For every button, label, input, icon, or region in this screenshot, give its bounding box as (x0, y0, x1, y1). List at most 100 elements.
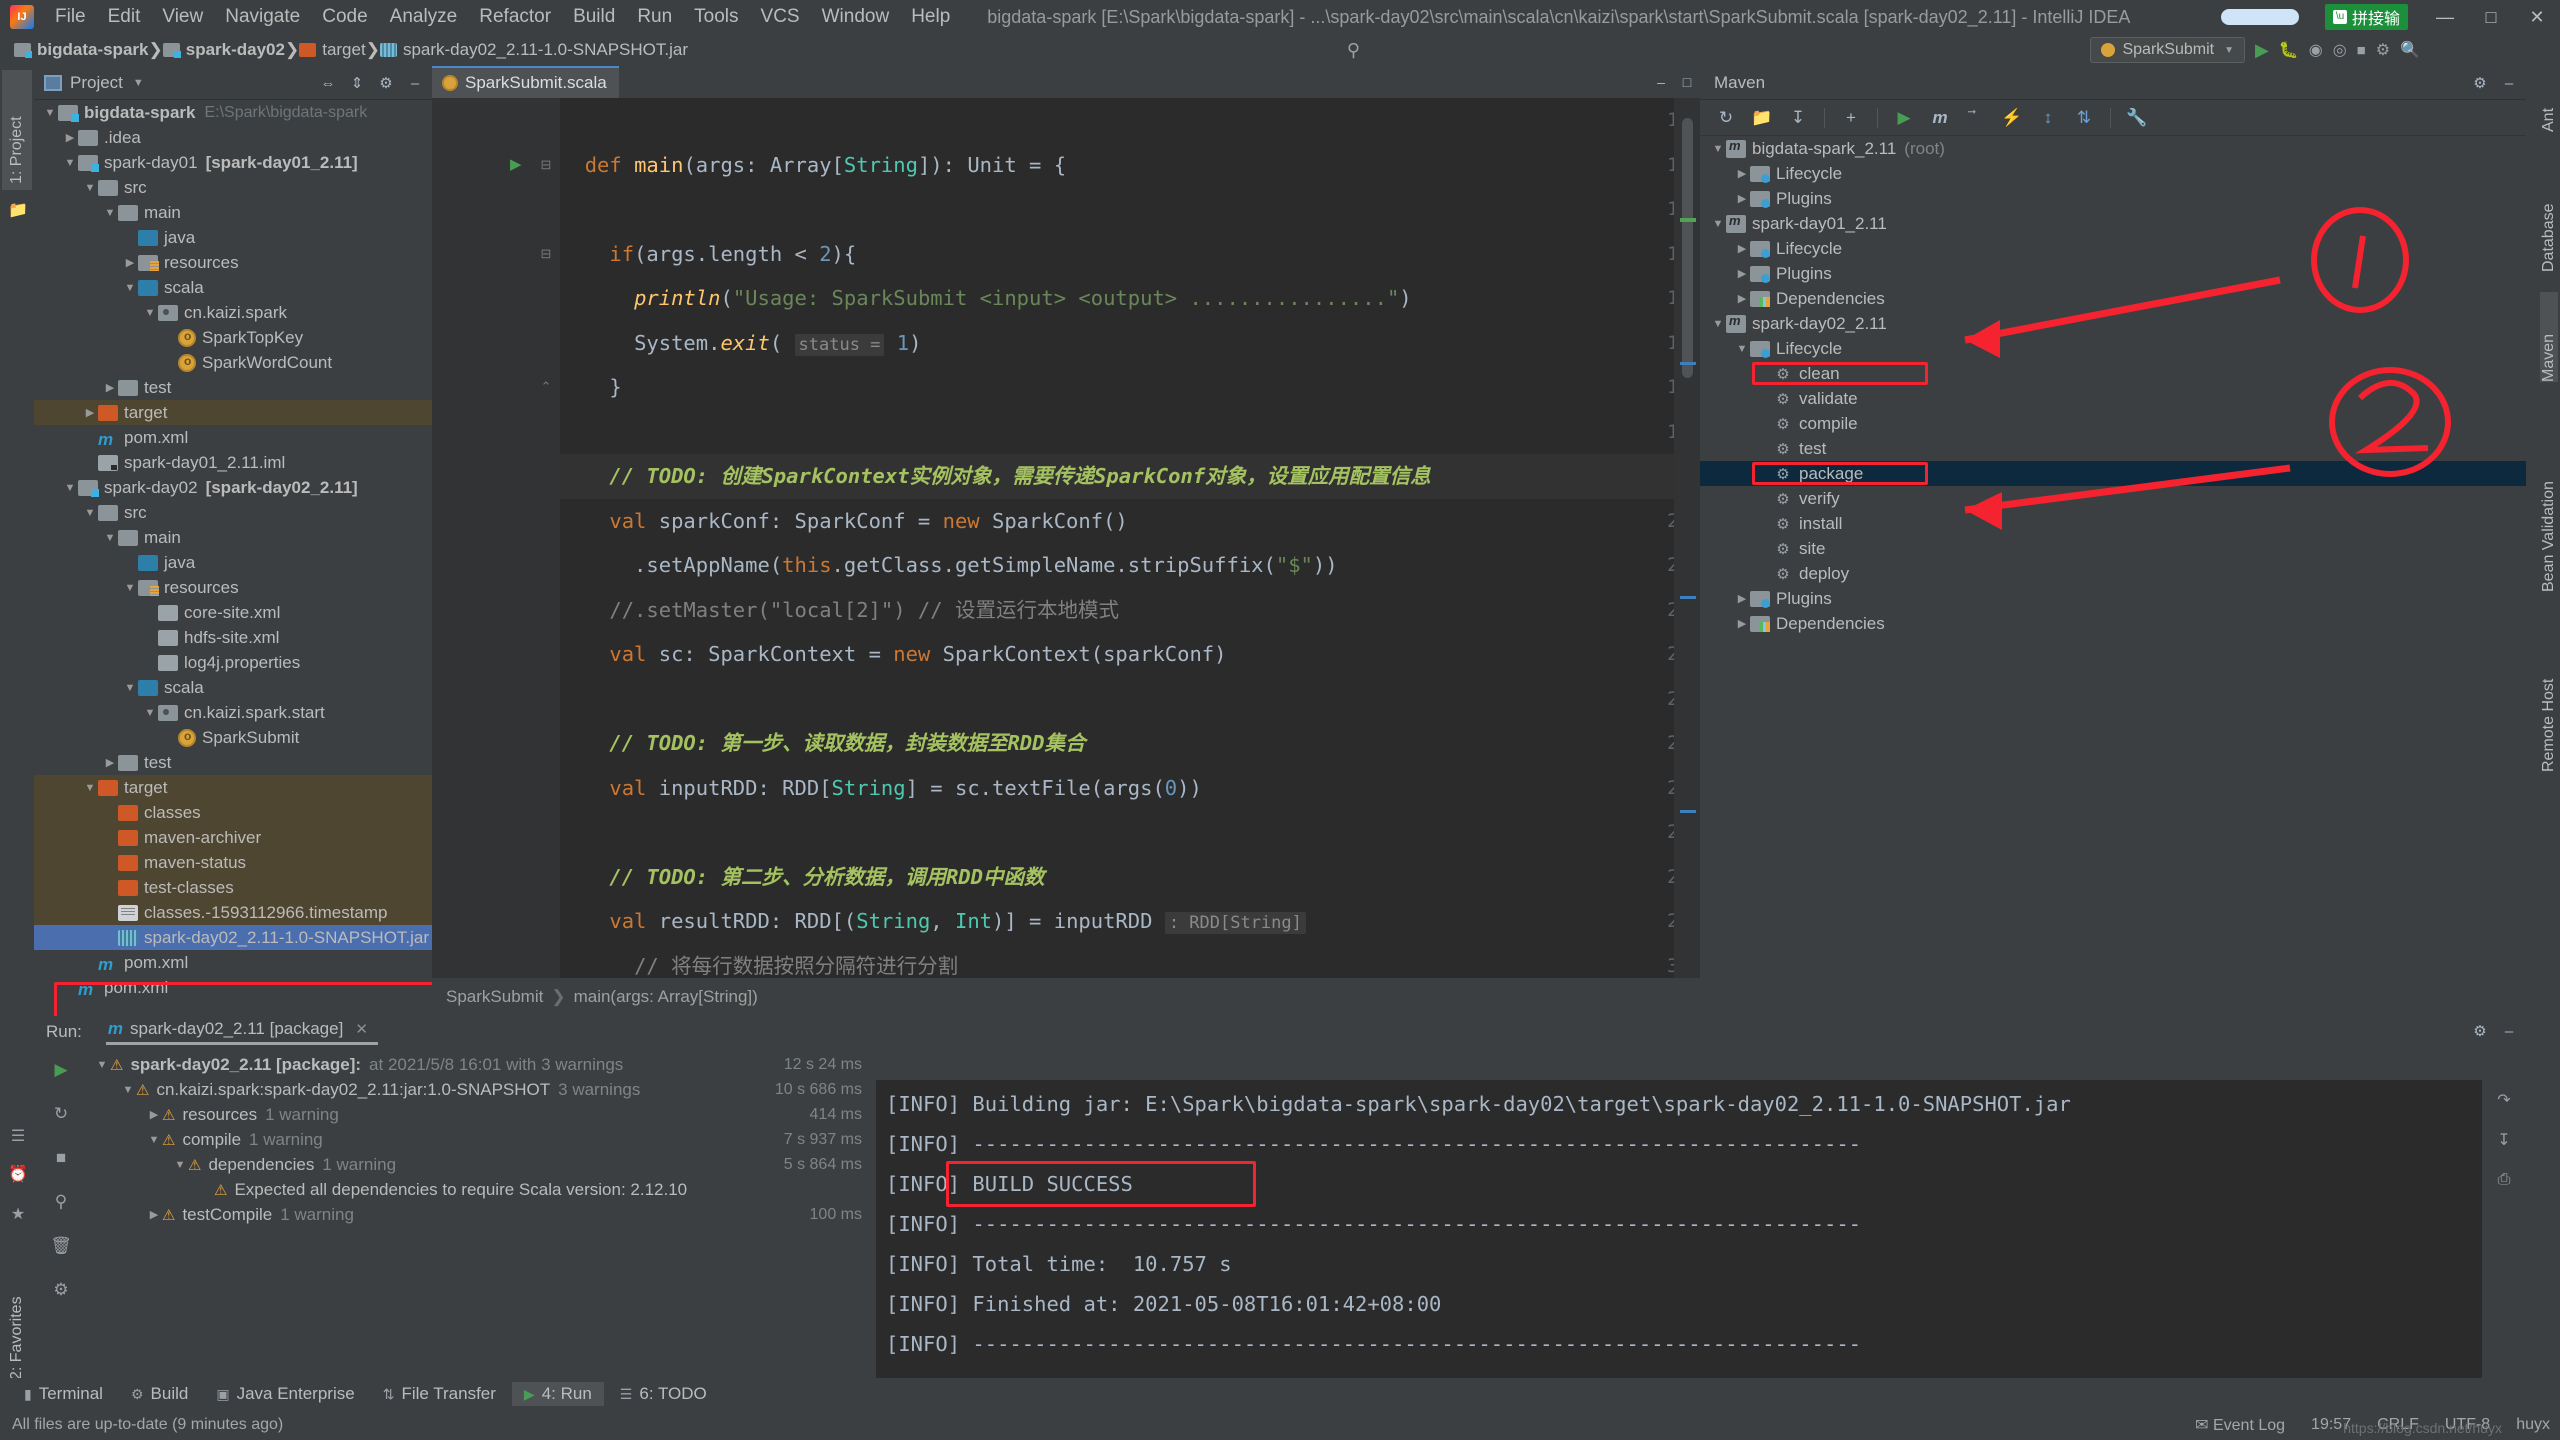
chevron-down-icon[interactable]: ▼ (82, 182, 98, 194)
sidebar-item-favorites[interactable]: 2: Favorites (2, 1246, 32, 1386)
build-tree-row[interactable]: ⚠Expected all dependencies to require Sc… (88, 1177, 876, 1202)
menu-item-view[interactable]: View (151, 4, 214, 30)
collapse-icon[interactable]: ⇅ (2068, 104, 2100, 132)
toolwindow-terminal[interactable]: ▮ Terminal (12, 1382, 115, 1406)
chevron-down-icon[interactable]: ▼ (82, 782, 98, 794)
tree-row[interactable]: ▼scala (34, 675, 432, 700)
build-output-tree[interactable]: ▼⚠spark-day02_2.11 [package]:at 2021/5/8… (88, 1052, 876, 1227)
profile-button[interactable]: ◎ (2333, 40, 2347, 60)
gear-icon[interactable]: ⚙ (373, 71, 399, 95)
maven-tree-row[interactable]: ▶Plugins (1700, 186, 2526, 211)
coverage-button[interactable]: ◉ (2309, 40, 2323, 60)
toolwindow-java-enterprise[interactable]: ▣ Java Enterprise (204, 1382, 366, 1406)
build-tree-row[interactable]: ▶⚠resources1 warning414 ms (88, 1102, 876, 1127)
code-line[interactable] (560, 810, 1674, 855)
chevron-down-icon[interactable]: ▼ (122, 582, 138, 594)
clock-icon[interactable]: ⏰ (8, 1164, 28, 1184)
ime-toolbar[interactable]: \u 拼接输 (2325, 4, 2408, 30)
tree-row[interactable]: ▼target (34, 775, 432, 800)
expand-all-icon[interactable]: ⇔ (315, 71, 341, 95)
tree-row[interactable]: mpom.xml (34, 950, 432, 975)
tree-row[interactable]: ▶test (34, 750, 432, 775)
editor-tab-sparksubmit[interactable]: SparkSubmit.scala (432, 66, 619, 98)
chevron-down-icon[interactable]: ▼ (94, 1059, 110, 1071)
rerun-icon[interactable]: ▶ (34, 1048, 88, 1092)
code-line[interactable]: System.exit( status = 1) (560, 321, 1674, 366)
tree-row[interactable]: maven-status (34, 850, 432, 875)
status-branch[interactable]: huyx (2516, 1416, 2550, 1434)
tree-row[interactable]: maven-archiver (34, 825, 432, 850)
tree-row[interactable]: SparkWordCount (34, 350, 432, 375)
tree-row[interactable]: ▶resources (34, 250, 432, 275)
chevron-right-icon[interactable]: ▶ (1734, 617, 1750, 630)
maven-tree-row[interactable]: ⚙validate (1700, 386, 2526, 411)
chevron-down-icon[interactable]: ▼ (146, 1134, 162, 1146)
tree-row[interactable]: ▼cn.kaizi.spark (34, 300, 432, 325)
tree-row[interactable]: classes (34, 800, 432, 825)
structure-icon[interactable]: ☰ (8, 1126, 28, 1146)
menu-item-navigate[interactable]: Navigate (214, 4, 311, 30)
build-tree-row[interactable]: ▼⚠dependencies1 warning5 s 864 ms (88, 1152, 876, 1177)
run-configuration-selector[interactable]: SparkSubmit ▼ (2090, 37, 2245, 63)
chevron-down-icon[interactable]: ▼ (62, 482, 78, 494)
code-line[interactable]: // TODO: 第一步、读取数据，封装数据至RDD集合 (560, 721, 1674, 766)
debug-button[interactable]: 🐛 (2279, 40, 2299, 60)
code-line[interactable]: def main(args: Array[String]): Unit = { (560, 143, 1674, 188)
delete-icon[interactable]: 🗑 (34, 1224, 88, 1268)
refresh-icon[interactable]: ↻ (1710, 104, 1742, 132)
scroll-to-end-icon[interactable]: ↧ (2482, 1120, 2526, 1160)
sidebar-item-project[interactable]: 1: Project (2, 70, 32, 190)
sidebar-item-database[interactable]: Database (2540, 152, 2558, 272)
skip-tests-icon[interactable]: ⃗ (1960, 104, 1992, 132)
maven-tree-row[interactable]: ▼bigdata-spark_2.11(root) (1700, 136, 2526, 161)
maven-tree-row[interactable]: ⚙clean (1700, 361, 2526, 386)
code-line[interactable]: // TODO: 第二步、分析数据，调用RDD中函数 (560, 855, 1674, 900)
chevron-down-icon[interactable]: ▼ (1734, 343, 1750, 355)
add-maven-project-icon[interactable]: 📁 (1746, 104, 1778, 132)
tree-row[interactable]: ▼bigdata-sparkE:\Spark\bigdata-spark (34, 100, 432, 125)
toolwindow-file-transfer[interactable]: ⇅ File Transfer (371, 1382, 508, 1406)
sidebar-item-bean-validation[interactable]: Bean Validation (2540, 402, 2558, 592)
stop-icon[interactable]: ■ (34, 1136, 88, 1180)
code-line[interactable]: .setAppName(this.getClass.getSimpleName.… (560, 543, 1674, 588)
sidebar-item-ant[interactable]: Ant (2540, 72, 2558, 132)
maven-tree-row[interactable]: ▶Lifecycle (1700, 236, 2526, 261)
hide-icon[interactable]: – (2496, 1019, 2522, 1043)
build-tree-row[interactable]: ▶⚠testCompile1 warning100 ms (88, 1202, 876, 1227)
search-icon[interactable]: 🔍 (2400, 40, 2420, 60)
tree-row[interactable]: ▼main (34, 200, 432, 225)
run-icon[interactable]: ▶ (1888, 104, 1920, 132)
tree-row[interactable]: test-classes (34, 875, 432, 900)
bookmark-icon[interactable]: ★ (8, 1204, 28, 1224)
tree-row[interactable]: core-site.xml (34, 600, 432, 625)
chevron-down-icon[interactable]: ▼ (1710, 318, 1726, 330)
maven-tree-row[interactable]: ▼spark-day01_2.11 (1700, 211, 2526, 236)
build-tree-row[interactable]: ▼⚠compile1 warning7 s 937 ms (88, 1127, 876, 1152)
settings-icon[interactable]: ⚙ (34, 1268, 88, 1312)
chevron-down-icon[interactable]: ▼ (142, 707, 158, 719)
chevron-right-icon[interactable]: ▶ (146, 1208, 162, 1221)
code-line[interactable]: val sparkConf: SparkConf = new SparkConf… (560, 499, 1674, 544)
project-tree[interactable]: ▼bigdata-sparkE:\Spark\bigdata-spark▶.id… (34, 100, 432, 1016)
search-everywhere-icon[interactable]: ⚲ (1347, 40, 1360, 61)
code-fold-icon[interactable]: ⌃ (536, 365, 556, 410)
chevron-right-icon[interactable]: ▶ (146, 1108, 162, 1121)
menu-item-vcs[interactable]: VCS (750, 4, 811, 30)
rerun-failed-icon[interactable]: ↻ (34, 1092, 88, 1136)
chevron-right-icon[interactable]: ▶ (102, 381, 118, 394)
toolwindow-todo[interactable]: ☰ 6: TODO (608, 1382, 719, 1406)
maven-tree-row[interactable]: ⚙package (1700, 461, 2526, 486)
maven-tree-row[interactable]: ⚙compile (1700, 411, 2526, 436)
code-line[interactable]: // TODO: 创建SparkContext实例对象，需要传递SparkCon… (560, 454, 1674, 499)
code-line[interactable]: val sc: SparkContext = new SparkContext(… (560, 632, 1674, 677)
tree-row[interactable]: spark-day01_2.11.iml (34, 450, 432, 475)
editor-minimize-icon[interactable]: – (1648, 69, 1674, 95)
expand-icon[interactable]: ↕ (2032, 104, 2064, 132)
chevron-down-icon[interactable]: ▼ (1710, 218, 1726, 230)
chevron-right-icon[interactable]: ▶ (122, 256, 138, 269)
run-tab-package[interactable]: m spark-day02_2.11 [package] ✕ (106, 1019, 378, 1045)
ime-pill-icon[interactable] (2221, 9, 2299, 25)
menu-item-help[interactable]: Help (900, 4, 961, 30)
chevron-down-icon[interactable]: ▼ (102, 532, 118, 544)
close-button[interactable]: ✕ (2514, 0, 2560, 34)
